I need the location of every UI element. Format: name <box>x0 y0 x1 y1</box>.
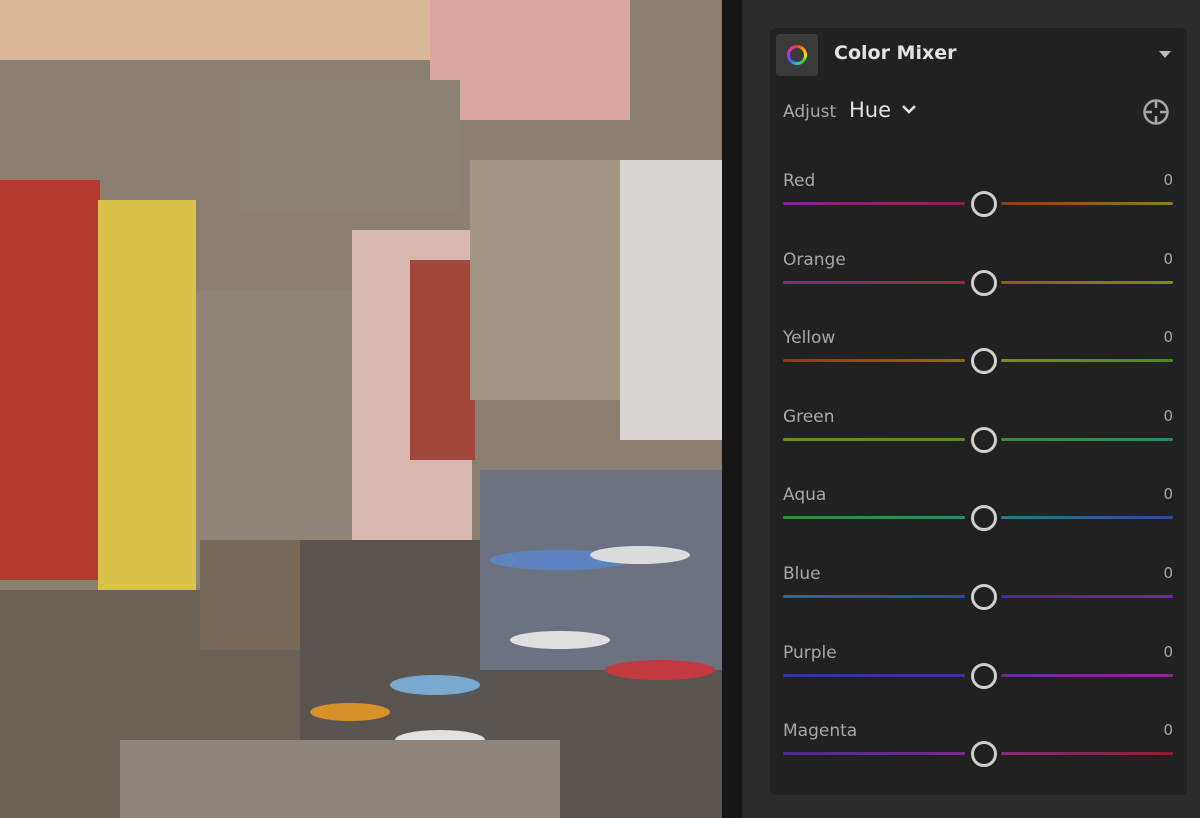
slider-track-left[interactable] <box>783 752 965 756</box>
color-wheel-icon <box>776 34 818 76</box>
slider-value[interactable]: 0 <box>1163 328 1173 346</box>
slider-orange[interactable]: Orange 0 <box>783 250 1173 310</box>
slider-track-right[interactable] <box>1001 673 1173 677</box>
photo-preview <box>0 0 722 818</box>
color-mixer-panel: Color Mixer Adjust Hue Red 0 Orange 0 Yellow… <box>770 28 1187 795</box>
crosshair-target-icon[interactable] <box>1142 98 1170 126</box>
slider-purple[interactable]: Purple 0 <box>783 643 1173 703</box>
slider-label: Magenta <box>783 721 858 742</box>
slider-track-right[interactable] <box>1001 752 1173 756</box>
photo-image <box>0 0 722 818</box>
slider-track-right[interactable] <box>1001 280 1173 284</box>
slider-label: Green <box>783 406 835 427</box>
slider-thumb[interactable] <box>971 191 997 217</box>
panel-title: Color Mixer <box>834 42 957 64</box>
slider-thumb[interactable] <box>971 269 997 296</box>
panel-divider <box>722 0 742 818</box>
adjust-dropdown[interactable]: Hue <box>849 98 891 122</box>
slider-label: Blue <box>783 564 821 584</box>
slider-label: Red <box>783 171 816 191</box>
slider-track-left[interactable] <box>783 202 965 205</box>
slider-label: Orange <box>783 249 846 270</box>
slider-track-right[interactable] <box>1001 516 1173 520</box>
slider-value[interactable]: 0 <box>1163 564 1173 582</box>
slider-thumb[interactable] <box>971 505 997 532</box>
slider-track-left[interactable] <box>783 595 965 598</box>
collapse-triangle-icon[interactable] <box>1159 51 1171 58</box>
slider-track-right[interactable] <box>1001 202 1173 205</box>
slider-value[interactable]: 0 <box>1163 485 1173 503</box>
slider-label: Yellow <box>783 328 836 349</box>
slider-value[interactable]: 0 <box>1163 407 1173 425</box>
slider-track-left[interactable] <box>783 437 965 441</box>
slider-value[interactable]: 0 <box>1163 643 1173 661</box>
slider-thumb[interactable] <box>971 426 997 453</box>
slider-track-right[interactable] <box>1001 359 1173 363</box>
adjust-label: Adjust <box>783 102 837 122</box>
slider-blue[interactable]: Blue 0 <box>783 564 1173 624</box>
slider-green[interactable]: Green 0 <box>783 407 1173 467</box>
slider-track-right[interactable] <box>1001 437 1173 441</box>
slider-label: Aqua <box>783 485 827 506</box>
slider-thumb[interactable] <box>971 348 997 375</box>
slider-thumb[interactable] <box>971 662 997 689</box>
slider-label: Purple <box>783 642 837 663</box>
slider-value[interactable]: 0 <box>1163 250 1173 268</box>
slider-value[interactable]: 0 <box>1163 721 1173 739</box>
slider-magenta[interactable]: Magenta 0 <box>783 721 1173 781</box>
slider-aqua[interactable]: Aqua 0 <box>783 485 1173 545</box>
slider-track-left[interactable] <box>783 673 965 677</box>
slider-track-left[interactable] <box>783 280 965 284</box>
chevron-down-icon[interactable] <box>901 103 917 115</box>
slider-thumb[interactable] <box>971 741 997 768</box>
slider-thumb[interactable] <box>971 584 997 610</box>
slider-track-left[interactable] <box>783 516 965 520</box>
slider-value[interactable]: 0 <box>1163 171 1173 189</box>
slider-yellow[interactable]: Yellow 0 <box>783 328 1173 388</box>
slider-red[interactable]: Red 0 <box>783 171 1173 231</box>
slider-track-left[interactable] <box>783 359 965 363</box>
slider-track-right[interactable] <box>1001 595 1173 598</box>
